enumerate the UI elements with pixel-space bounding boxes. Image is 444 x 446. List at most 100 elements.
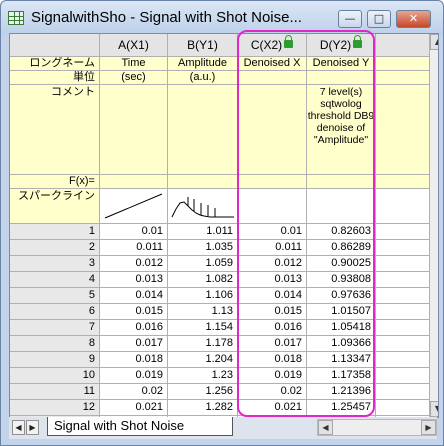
- cell-empty[interactable]: [376, 336, 430, 352]
- cell-empty[interactable]: [376, 352, 430, 368]
- long-name-d[interactable]: Denoised Y: [307, 57, 376, 71]
- corner-select-all[interactable]: [10, 34, 100, 57]
- cell-c[interactable]: 0.01: [238, 224, 307, 240]
- cell-c[interactable]: 0.016: [238, 320, 307, 336]
- cell-b[interactable]: 1.256: [168, 384, 238, 400]
- tab-next-arrow-icon[interactable]: ▶: [26, 420, 39, 435]
- cell-a[interactable]: 0.012: [100, 256, 168, 272]
- maximize-button[interactable]: □: [367, 10, 391, 28]
- unit-d[interactable]: [307, 71, 376, 85]
- long-name-c[interactable]: Denoised X: [238, 57, 307, 71]
- row-number[interactable]: 3: [10, 256, 100, 272]
- cell-a[interactable]: 0.01: [100, 224, 168, 240]
- row-number[interactable]: 5: [10, 288, 100, 304]
- cell-b[interactable]: 1.282: [168, 400, 238, 416]
- unit-b[interactable]: (a.u.): [168, 71, 238, 85]
- cell-a[interactable]: 0.016: [100, 320, 168, 336]
- sparkline-d[interactable]: [307, 189, 376, 224]
- cell-d[interactable]: 0.93808: [307, 272, 376, 288]
- fx-empty[interactable]: [376, 175, 430, 189]
- column-header-b[interactable]: B(Y1): [168, 34, 238, 57]
- sparkline-b[interactable]: [168, 189, 238, 224]
- cell-b[interactable]: 1.059: [168, 256, 238, 272]
- comment-a[interactable]: [100, 85, 168, 175]
- cell-c[interactable]: 0.013: [238, 272, 307, 288]
- cell-b[interactable]: 1.106: [168, 288, 238, 304]
- cell-a[interactable]: 0.018: [100, 352, 168, 368]
- cell-c[interactable]: 0.012: [238, 256, 307, 272]
- unit-a[interactable]: (sec): [100, 71, 168, 85]
- cell-empty[interactable]: [376, 320, 430, 336]
- scroll-left-arrow-icon[interactable]: ◀: [318, 420, 333, 435]
- row-number[interactable]: 4: [10, 272, 100, 288]
- minimize-button[interactable]: —: [338, 10, 362, 28]
- cell-c[interactable]: 0.011: [238, 240, 307, 256]
- fx-d[interactable]: [307, 175, 376, 189]
- cell-empty[interactable]: [376, 272, 430, 288]
- cell-d[interactable]: 1.01507: [307, 304, 376, 320]
- cell-c[interactable]: 0.02: [238, 384, 307, 400]
- vertical-scrollbar[interactable]: ▲ ▼: [430, 34, 438, 417]
- comment-empty[interactable]: [376, 85, 430, 175]
- cell-a[interactable]: 0.015: [100, 304, 168, 320]
- cell-b[interactable]: 1.13: [168, 304, 238, 320]
- row-number[interactable]: 6: [10, 304, 100, 320]
- tab-prev-arrow-icon[interactable]: ◀: [12, 420, 25, 435]
- cell-d[interactable]: 1.21396: [307, 384, 376, 400]
- cell-empty[interactable]: [376, 384, 430, 400]
- sheet-tab-signal-with-shot-noise[interactable]: Signal with Shot Noise: [47, 417, 233, 436]
- row-number[interactable]: 12: [10, 400, 100, 416]
- cell-b[interactable]: 1.23: [168, 368, 238, 384]
- column-header-empty[interactable]: [376, 34, 430, 57]
- cell-d[interactable]: 0.90025: [307, 256, 376, 272]
- cell-d[interactable]: 1.17358: [307, 368, 376, 384]
- cell-d[interactable]: 1.25457: [307, 400, 376, 416]
- cell-d[interactable]: 1.13347: [307, 352, 376, 368]
- cell-b[interactable]: 1.082: [168, 272, 238, 288]
- cell-b[interactable]: 1.154: [168, 320, 238, 336]
- cell-a[interactable]: 0.011: [100, 240, 168, 256]
- sparkline-c[interactable]: [238, 189, 307, 224]
- column-header-d[interactable]: D(Y2): [307, 34, 376, 57]
- title-bar[interactable]: SignalwithSho - Signal with Shot Noise..…: [1, 1, 443, 35]
- cell-c[interactable]: 0.017: [238, 336, 307, 352]
- worksheet-icon[interactable]: [8, 11, 24, 25]
- row-number[interactable]: 9: [10, 352, 100, 368]
- cell-b[interactable]: 1.011: [168, 224, 238, 240]
- row-number[interactable]: 8: [10, 336, 100, 352]
- worksheet-grid[interactable]: A(X1) B(Y1) C(X2) D(Y2) ロングネーム Time Ampl…: [9, 33, 439, 418]
- comment-b[interactable]: [168, 85, 238, 175]
- row-number[interactable]: 2: [10, 240, 100, 256]
- scroll-down-arrow-icon[interactable]: ▼: [430, 401, 438, 417]
- cell-c[interactable]: 0.015: [238, 304, 307, 320]
- fx-b[interactable]: [168, 175, 238, 189]
- unit-empty[interactable]: [376, 71, 430, 85]
- scroll-up-arrow-icon[interactable]: ▲: [430, 34, 438, 50]
- cell-c[interactable]: 0.021: [238, 400, 307, 416]
- cell-b[interactable]: 1.035: [168, 240, 238, 256]
- cell-empty[interactable]: [376, 240, 430, 256]
- fx-c[interactable]: [238, 175, 307, 189]
- comment-c[interactable]: [238, 85, 307, 175]
- comment-d[interactable]: 7 level(s) sqtwolog threshold DB9 denois…: [307, 85, 376, 175]
- cell-d[interactable]: 0.97636: [307, 288, 376, 304]
- cell-c[interactable]: 0.019: [238, 368, 307, 384]
- cell-empty[interactable]: [376, 256, 430, 272]
- unit-c[interactable]: [238, 71, 307, 85]
- cell-empty[interactable]: [376, 288, 430, 304]
- cell-empty[interactable]: [376, 368, 430, 384]
- cell-a[interactable]: 0.019: [100, 368, 168, 384]
- column-header-c[interactable]: C(X2): [238, 34, 307, 57]
- long-name-a[interactable]: Time: [100, 57, 168, 71]
- scroll-right-arrow-icon[interactable]: ▶: [421, 420, 436, 435]
- cell-c[interactable]: 0.014: [238, 288, 307, 304]
- cell-c[interactable]: 0.018: [238, 352, 307, 368]
- row-number[interactable]: 1: [10, 224, 100, 240]
- long-name-b[interactable]: Amplitude: [168, 57, 238, 71]
- cell-d[interactable]: 0.82603: [307, 224, 376, 240]
- cell-b[interactable]: 1.178: [168, 336, 238, 352]
- horizontal-scrollbar[interactable]: ◀ ▶: [317, 419, 437, 436]
- column-header-a[interactable]: A(X1): [100, 34, 168, 57]
- cell-a[interactable]: 0.02: [100, 384, 168, 400]
- cell-empty[interactable]: [376, 224, 430, 240]
